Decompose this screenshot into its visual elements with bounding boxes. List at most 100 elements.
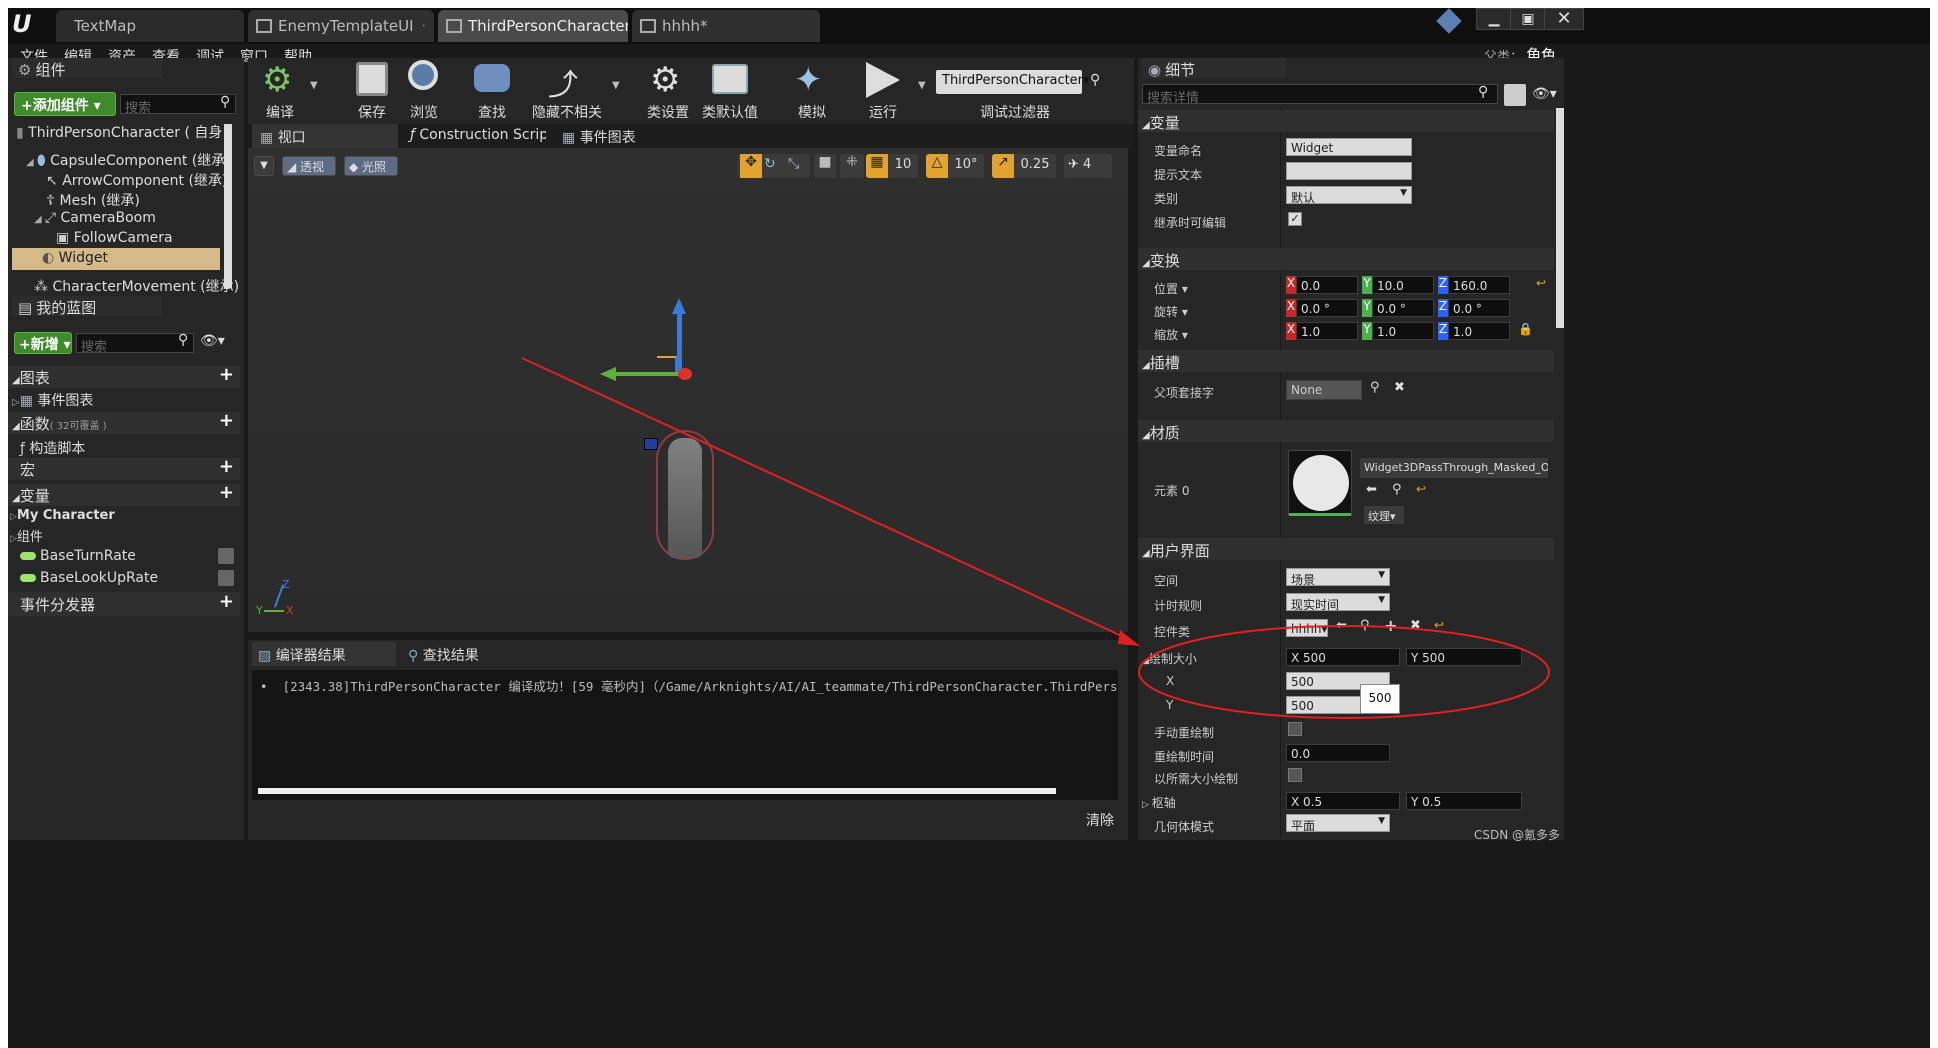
gizmo-z-arrow[interactable] (677, 308, 682, 376)
tree-item-self[interactable]: ▮ ThirdPersonCharacter ( 自身 ) (16, 122, 232, 142)
grid-snap-icon[interactable]: ▦ (866, 154, 888, 178)
gizmo-plane-handle[interactable] (657, 356, 677, 372)
search-icon[interactable]: ⚲ (1370, 380, 1380, 395)
tab-find-results[interactable]: ⚲ 查找结果 (402, 642, 546, 666)
scale-label[interactable]: 缩放 ▾ (1154, 326, 1188, 343)
location-label[interactable]: 位置 ▾ (1154, 280, 1188, 297)
hide-unrelated-button[interactable]: ⤴ 隐藏不相关 ▼ (528, 58, 620, 122)
reset-arrow-icon[interactable]: ↩ (1416, 482, 1426, 496)
camera-speed-button[interactable]: ✈ 4 (1064, 154, 1112, 178)
tree-item-mesh[interactable]: ☦ Mesh (继承) (46, 190, 140, 210)
section-sockets[interactable]: ◢插槽 (1138, 350, 1554, 372)
tab-hhhh[interactable]: hhhh* (632, 10, 820, 42)
tab-viewport[interactable]: ▦ 视口 (252, 124, 398, 148)
find-button[interactable]: 查找 (468, 58, 516, 122)
manual-redraw-checkbox[interactable] (1288, 722, 1302, 736)
section-graphs[interactable]: ◢图表 + (8, 364, 240, 388)
tab-textmap[interactable]: TextMap (56, 10, 244, 42)
browse-magnifier-icon[interactable]: ⚲ (1360, 618, 1370, 633)
location-x-field[interactable]: 0.0 (1296, 276, 1358, 294)
expand-arrow-icon[interactable]: ◢ (26, 157, 37, 168)
section-macros[interactable]: 宏 + (8, 456, 240, 480)
save-button[interactable]: 保存 (348, 58, 396, 122)
dropdown-arrow-icon[interactable]: ▼ (918, 80, 926, 91)
tree-item-charmovement[interactable]: ⁂ CharacterMovement (继承) (34, 276, 239, 296)
rotation-label[interactable]: 旋转 ▾ (1154, 303, 1188, 320)
add-variable-icon[interactable]: + (219, 482, 234, 503)
gizmo-x-handle[interactable] (678, 368, 692, 380)
browse-magnifier-icon[interactable]: ⚲ (1392, 482, 1402, 497)
parent-socket-field[interactable]: None (1286, 380, 1362, 400)
reset-arrow-icon[interactable]: ↩ (1536, 276, 1546, 290)
tab-compiler-results[interactable]: ▨ 编译器结果 (252, 642, 396, 666)
transform-mode-group[interactable]: ✥ ↻ ⤡ (738, 154, 810, 178)
use-selected-arrow-icon[interactable]: ⬅ (1336, 618, 1347, 633)
gizmo-y-arrow[interactable] (614, 372, 680, 376)
event-graph-item[interactable]: ▷▦ 事件图表 (12, 390, 93, 410)
rotation-y-field[interactable]: 0.0 ° (1372, 299, 1434, 317)
geometry-mode-dropdown[interactable]: 平面 ▼ (1286, 814, 1390, 832)
dropdown-arrow-icon[interactable]: ▼ (310, 80, 318, 91)
pivot-x-field[interactable]: X 0.5 (1286, 792, 1400, 810)
scale-snap-value[interactable]: 0.25 (1014, 154, 1056, 178)
tab-enemytemplateui[interactable]: EnemyTemplateUI · (248, 10, 434, 42)
close-button[interactable]: ✕ (1544, 8, 1584, 30)
class-defaults-button[interactable]: 类默认值 (700, 58, 760, 122)
log-horizontal-scrollbar[interactable] (258, 788, 1056, 794)
visibility-toggle-icon[interactable] (218, 570, 234, 586)
components-search-input[interactable]: 搜索 (120, 94, 236, 116)
rotation-x-field[interactable]: 0.0 ° (1296, 299, 1358, 317)
perspective-button[interactable]: ◢ 透视 (282, 156, 336, 176)
scale-y-field[interactable]: 1.0 (1372, 322, 1434, 340)
search-icon[interactable]: ⚲ (1478, 84, 1488, 100)
category-dropdown[interactable]: 默认 ▼ (1286, 186, 1412, 204)
camera-component-icon[interactable] (644, 438, 658, 450)
surface-snap-icon[interactable]: ⁜ (840, 154, 864, 178)
section-user-interface[interactable]: ◢用户界面 (1138, 538, 1554, 560)
search-icon[interactable]: ⚲ (178, 332, 188, 348)
search-icon[interactable]: ⚲ (220, 94, 230, 110)
compile-button[interactable]: ⚙ 编译 ▼ (256, 58, 318, 122)
tab-event-graph[interactable]: ▦ 事件图表 (554, 124, 698, 148)
construction-script-item[interactable]: ƒ 构造脚本 (20, 438, 85, 458)
lock-icon[interactable]: 🔒 (1518, 322, 1533, 336)
details-search-input[interactable]: 搜索详情 (1142, 84, 1498, 106)
visibility-eye-icon[interactable]: 👁▾ (200, 333, 225, 349)
debug-object-dropdown[interactable]: ThirdPersonCharacter▾ (936, 70, 1090, 94)
tree-item-followcamera[interactable]: ▣ FollowCamera (56, 230, 173, 246)
section-transform[interactable]: ◢变换 (1138, 248, 1554, 270)
rotation-z-field[interactable]: 0.0 ° (1448, 299, 1510, 317)
viewport[interactable]: ▼ ◢ 透视 ◆ 光照 ✥ ↻ ⤡ ■ ⁜ ▦ 10 △ 10° ↗ 0.25 … (248, 148, 1128, 632)
add-macro-icon[interactable]: + (219, 456, 234, 477)
tree-item-widget[interactable]: ◐ Widget (12, 248, 220, 270)
simulate-button[interactable]: ✦ 模拟 (788, 58, 836, 122)
draw-size-x-field[interactable]: X 500 (1286, 648, 1400, 666)
rotate-icon[interactable]: ↻ (764, 156, 776, 172)
play-button[interactable]: 运行 ▼ (856, 58, 926, 122)
lit-button[interactable]: ◆ 光照 (344, 156, 398, 176)
editable-checkbox[interactable]: ✓ (1288, 212, 1302, 226)
scale-snap-icon[interactable]: ↗ (992, 154, 1014, 178)
draw-desired-size-checkbox[interactable] (1288, 768, 1302, 782)
section-materials[interactable]: ◢材质 (1138, 420, 1554, 442)
variable-baseturnrate[interactable]: BaseTurnRate (20, 548, 136, 564)
viewport-options-button[interactable]: ▼ (254, 156, 274, 176)
tab-construction-script[interactable]: ƒ Construction Scrip (402, 124, 546, 148)
tree-item-cameraboom[interactable]: ◢ ⤢ CameraBoom (34, 210, 156, 226)
pin-icon[interactable] (1436, 8, 1462, 34)
browse-button[interactable]: 浏览 (400, 58, 448, 122)
tooltip-field[interactable] (1286, 162, 1412, 180)
clear-icon[interactable]: ✖ (1410, 618, 1421, 633)
visibility-toggle-icon[interactable] (218, 548, 234, 564)
material-thumbnail[interactable] (1288, 450, 1352, 516)
location-z-field[interactable]: 160.0 (1448, 276, 1510, 294)
dropdown-arrow-icon[interactable]: ▼ (612, 80, 620, 91)
scale-z-field[interactable]: 1.0 (1448, 322, 1510, 340)
tree-item-arrow[interactable]: ↖ ArrowComponent (继承) (46, 170, 227, 190)
section-variable[interactable]: ◢变量 (1138, 110, 1554, 132)
class-settings-button[interactable]: ⚙ 类设置 (644, 58, 692, 122)
redraw-time-field[interactable]: 0.0 (1286, 744, 1390, 762)
tree-item-capsule[interactable]: ◢ ⬮ CapsuleComponent (继承) (26, 150, 231, 170)
rotation-snap-icon[interactable]: △ (926, 154, 948, 178)
space-dropdown[interactable]: 场景 ▼ (1286, 568, 1390, 586)
